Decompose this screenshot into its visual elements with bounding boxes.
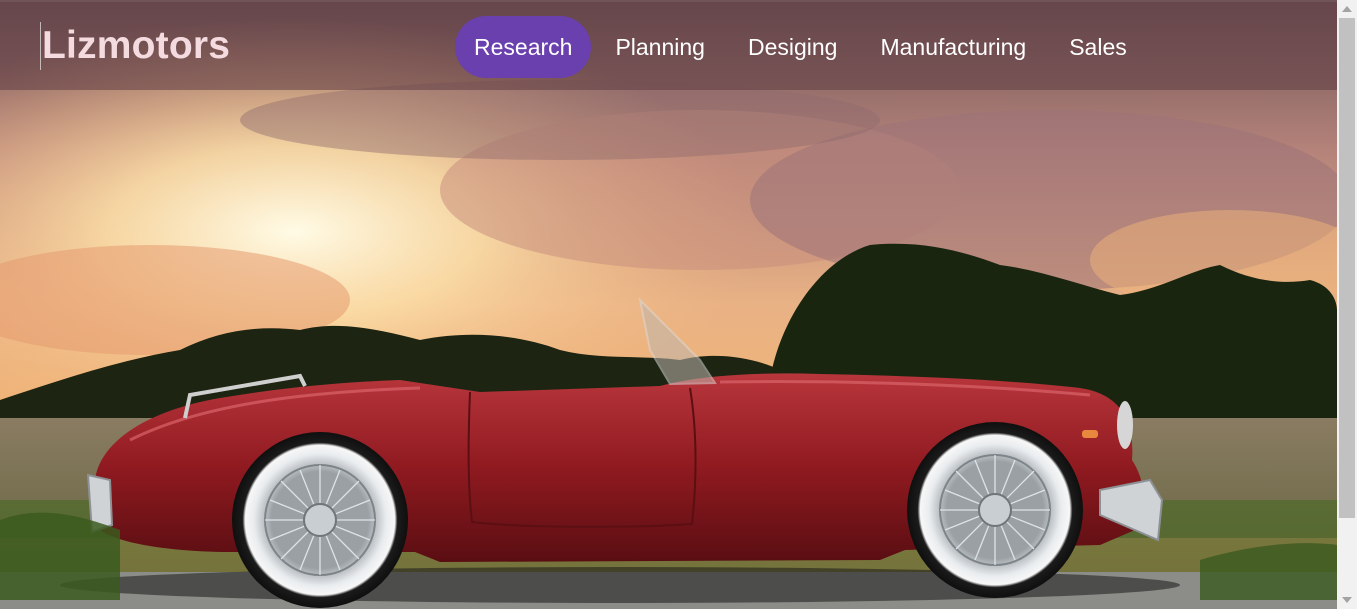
- scrollbar-thumb[interactable]: [1339, 18, 1355, 518]
- nav-item-research[interactable]: Research: [455, 16, 592, 78]
- nav-item-sales[interactable]: Sales: [1050, 16, 1146, 78]
- main-nav: Research Planning Desiging Manufacturing…: [455, 16, 1151, 78]
- scroll-down-arrow-icon[interactable]: [1342, 597, 1352, 603]
- brand-name[interactable]: Lizmotors: [41, 22, 230, 70]
- brand-logo[interactable]: Lizmotors: [40, 22, 230, 70]
- nav-item-desiging[interactable]: Desiging: [729, 16, 857, 78]
- page-viewport: Lizmotors Research Planning Desiging Man…: [0, 0, 1337, 609]
- top-navbar: Lizmotors Research Planning Desiging Man…: [0, 2, 1337, 90]
- nav-item-planning[interactable]: Planning: [596, 16, 724, 78]
- nav-item-manufacturing[interactable]: Manufacturing: [861, 16, 1045, 78]
- vertical-scrollbar[interactable]: [1337, 0, 1357, 609]
- hero-image: [0, 0, 1337, 609]
- scroll-up-arrow-icon[interactable]: [1342, 6, 1352, 12]
